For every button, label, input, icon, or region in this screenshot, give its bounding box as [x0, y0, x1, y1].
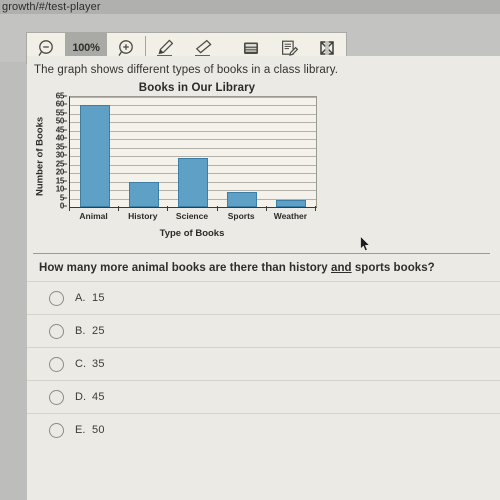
- answer-option-text: 50: [92, 424, 105, 436]
- answer-radio[interactable]: [49, 356, 64, 372]
- x-tick-mark: [216, 206, 218, 211]
- grid-line: [70, 97, 316, 98]
- x-tick-label: Science: [175, 211, 209, 221]
- chart-x-axis: Animal History Science Sports Weather: [69, 206, 316, 230]
- x-tick-mark: [167, 206, 169, 211]
- chart-plot-area: [69, 96, 317, 208]
- answer-option-letter: C.: [75, 358, 86, 370]
- zoom-in-icon: [117, 39, 133, 56]
- url-text: growth/#/test-player: [2, 1, 101, 13]
- answer-option-b[interactable]: B. 25: [27, 314, 500, 347]
- question-text-emphasis: and: [331, 262, 352, 274]
- y-tick-mark: [63, 103, 67, 105]
- answer-options-list: A. 15 B. 25 C. 35 D. 45 E. 50: [27, 281, 500, 446]
- x-tick-label: Weather: [273, 211, 308, 221]
- answer-eliminator-icon: [320, 41, 334, 55]
- answer-option-letter: D.: [75, 391, 86, 403]
- y-tick-mark: [63, 137, 67, 139]
- y-tick-mark: [63, 188, 67, 190]
- y-tick-mark: [63, 129, 67, 131]
- y-tick-mark: [63, 197, 67, 199]
- answer-option-text: 35: [92, 358, 105, 370]
- bar-history: [128, 181, 159, 207]
- y-tick-mark: [63, 112, 67, 114]
- y-tick-mark: [63, 146, 67, 148]
- question-text-part1: How many more animal books are there tha…: [39, 262, 331, 274]
- chart-title: Books in Our Library: [138, 82, 256, 94]
- calculator-icon: [244, 42, 258, 54]
- y-tick-mark: [63, 95, 67, 97]
- bar-sports: [227, 191, 258, 207]
- test-question-sheet: The graph shows different types of books…: [27, 56, 500, 500]
- zoom-level-text: 100%: [72, 42, 100, 54]
- passage-intro: The graph shows different types of books…: [34, 64, 339, 76]
- x-tick-label: Animal: [79, 211, 108, 221]
- chart-x-axis-label: Type of Books: [159, 228, 225, 239]
- bar-science: [178, 157, 208, 207]
- answer-option-d[interactable]: D. 45: [27, 380, 500, 413]
- answer-option-a[interactable]: A. 15: [27, 281, 500, 314]
- question-text-part2: sports books?: [351, 262, 435, 274]
- zoom-out-icon: [37, 39, 53, 56]
- answer-option-text: 45: [92, 391, 105, 403]
- y-tick-mark: [63, 154, 67, 156]
- answer-radio[interactable]: [49, 323, 64, 339]
- answer-option-e[interactable]: E. 50: [27, 413, 500, 446]
- question-text: How many more animal books are there tha…: [27, 254, 500, 281]
- chart-y-axis-ticks: 65 60 55 50 45 40 35 30 25 20 15 10 5 0: [47, 92, 67, 218]
- y-tick-mark: [63, 180, 67, 182]
- bar-chart: Books in Our Library Number of Books 65 6…: [33, 82, 333, 247]
- x-tick-mark: [315, 206, 316, 211]
- answer-option-c[interactable]: C. 35: [27, 347, 500, 380]
- answer-radio[interactable]: [49, 389, 64, 405]
- answer-option-letter: A.: [75, 292, 86, 304]
- y-tick-mark: [63, 205, 67, 207]
- x-tick-mark: [265, 206, 267, 211]
- y-tick-mark: [63, 120, 67, 122]
- answer-option-letter: E.: [75, 424, 86, 436]
- chart-y-axis-label: Number of Books: [34, 116, 46, 196]
- answer-option-text: 25: [92, 325, 105, 337]
- x-tick-label: Sports: [227, 211, 255, 221]
- answer-option-letter: B.: [75, 325, 86, 337]
- browser-url-bar[interactable]: growth/#/test-player: [0, 0, 500, 14]
- x-tick-mark: [69, 206, 70, 211]
- bar-animal: [79, 105, 110, 207]
- answer-radio[interactable]: [49, 422, 64, 438]
- y-tick-mark: [63, 171, 67, 173]
- x-tick-mark: [118, 206, 120, 211]
- y-tick-mark: [63, 163, 67, 165]
- answer-radio[interactable]: [49, 290, 64, 306]
- left-margin-strip: [0, 14, 27, 500]
- answer-option-text: 15: [92, 292, 105, 304]
- toolbar-region: 100%: [0, 14, 500, 68]
- x-tick-label: History: [128, 211, 158, 221]
